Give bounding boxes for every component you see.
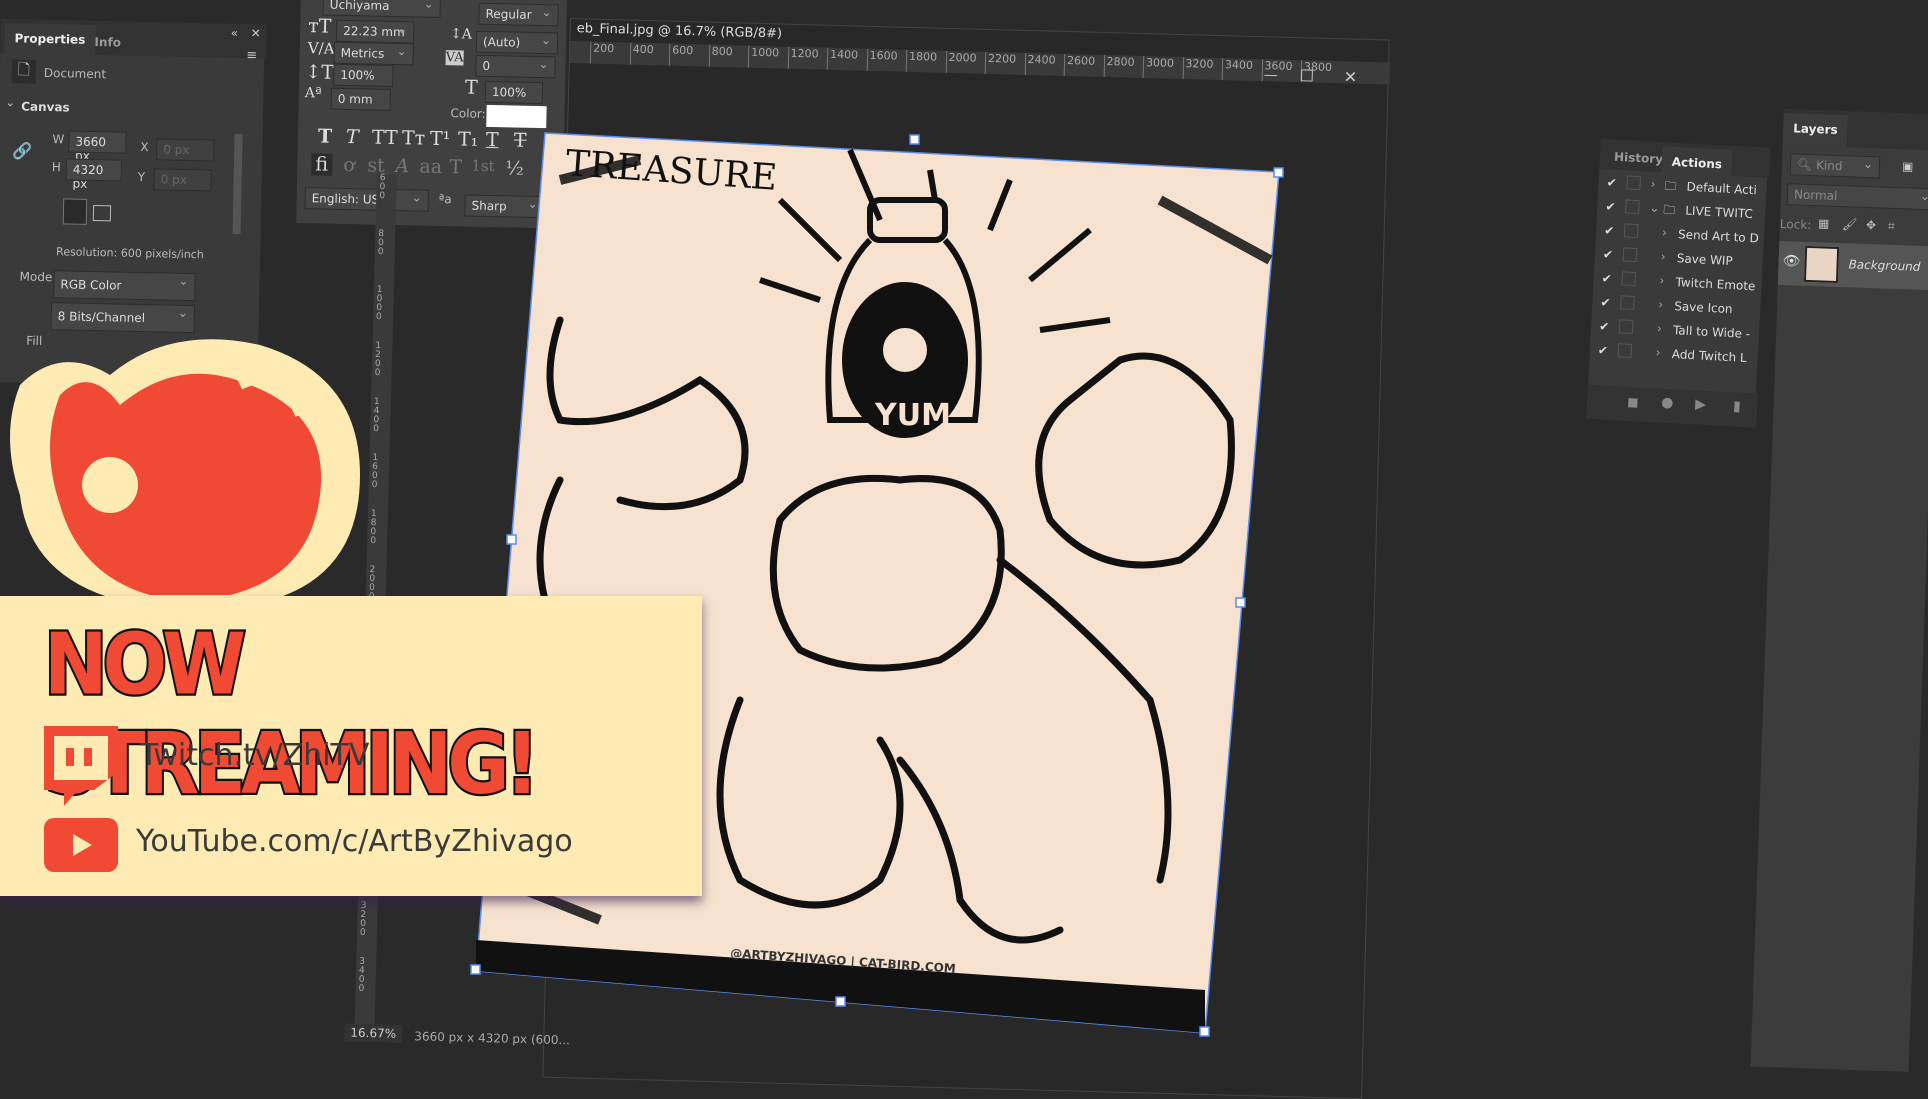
dialog-toggle[interactable] bbox=[1620, 295, 1635, 311]
lock-label: Lock: bbox=[1779, 216, 1812, 233]
actions-panel: History Actions ✔ › 🗀 Default Acti ✔ ⌄ 🗀 LIVE T… bbox=[1585, 138, 1771, 429]
action-label: Send Art to D bbox=[1677, 227, 1760, 246]
chevron-right-icon[interactable]: › bbox=[1662, 225, 1668, 239]
transform-handle bbox=[909, 134, 920, 145]
filter-kind: Kind bbox=[1815, 158, 1843, 174]
folder-icon: 🗀 bbox=[1662, 202, 1676, 218]
layer-thumbnail bbox=[1803, 245, 1840, 284]
streaming-banner: NOW STREAMING! Twitch.tv/ZhiTV YouTube.c… bbox=[0, 596, 702, 896]
chevron-right-icon[interactable]: › bbox=[1650, 177, 1656, 191]
dialog-toggle[interactable] bbox=[1617, 343, 1633, 358]
chevron-right-icon[interactable]: › bbox=[1658, 297, 1664, 311]
dialog-toggle[interactable] bbox=[1623, 223, 1639, 239]
tab-layers[interactable]: Layers bbox=[1782, 113, 1849, 148]
layer-name[interactable]: Background bbox=[1848, 257, 1920, 273]
check-icon[interactable]: ✔ bbox=[1604, 223, 1615, 238]
eye-icon[interactable]: 👁︎ bbox=[1782, 253, 1800, 270]
lock-artboard-icon[interactable]: ⌗ bbox=[1888, 219, 1895, 234]
chevron-right-icon[interactable]: › bbox=[1657, 321, 1663, 335]
check-icon[interactable]: ✔ bbox=[1603, 247, 1614, 262]
headline: NOW STREAMING! bbox=[42, 612, 541, 816]
transform-handle bbox=[835, 996, 846, 1007]
chevron-right-icon[interactable]: › bbox=[1661, 249, 1667, 263]
action-label: Tall to Wide - bbox=[1672, 323, 1751, 342]
check-icon[interactable]: ✔ bbox=[1601, 271, 1612, 286]
transform-handle bbox=[1273, 167, 1284, 178]
chevron-right-icon[interactable]: › bbox=[1655, 345, 1661, 359]
twitch-icon bbox=[44, 726, 118, 806]
twitch-link[interactable]: Twitch.tv/ZhiTV bbox=[140, 738, 369, 773]
action-label: Add Twitch L bbox=[1671, 347, 1748, 365]
dialog-toggle[interactable] bbox=[1625, 199, 1640, 215]
action-label: Save WIP bbox=[1676, 251, 1734, 269]
layer-row[interactable]: 👁︎ Background bbox=[1777, 240, 1928, 291]
search-icon: 🔍︎ bbox=[1796, 157, 1813, 173]
check-icon[interactable]: ✔ bbox=[1606, 175, 1617, 190]
fox-logo bbox=[10, 339, 360, 605]
action-label: Twitch Emote bbox=[1675, 275, 1756, 294]
transform-handle bbox=[470, 964, 481, 975]
folder-icon: 🗀 bbox=[1664, 178, 1677, 194]
delete-button[interactable]: ▮ bbox=[1733, 398, 1742, 414]
blend-mode-select[interactable]: Normal bbox=[1786, 183, 1928, 211]
youtube-icon bbox=[44, 818, 118, 872]
action-label: LIVE TWITC bbox=[1684, 203, 1754, 222]
check-icon[interactable]: ✔ bbox=[1599, 319, 1610, 334]
lock-paint-icon[interactable]: 🖌︎ bbox=[1842, 217, 1858, 232]
lock-position-icon[interactable]: ✥ bbox=[1866, 218, 1877, 232]
image-filter-icon[interactable]: ▣ bbox=[1902, 159, 1914, 173]
action-label: Save Icon bbox=[1673, 299, 1733, 317]
check-icon[interactable]: ✔ bbox=[1605, 199, 1616, 214]
layer-filter-select[interactable]: 🔍︎ Kind bbox=[1789, 153, 1881, 179]
dialog-toggle[interactable] bbox=[1626, 175, 1642, 191]
chevron-down-icon[interactable]: ⌄ bbox=[1649, 201, 1660, 216]
check-icon[interactable]: ✔ bbox=[1600, 295, 1611, 310]
transform-handle bbox=[1199, 1026, 1210, 1037]
stop-button[interactable]: ■ bbox=[1627, 395, 1639, 410]
youtube-link[interactable]: YouTube.com/c/ArtByZhivago bbox=[136, 824, 573, 859]
check-icon[interactable]: ✔ bbox=[1598, 343, 1609, 358]
lock-transparency-icon[interactable]: ▦ bbox=[1818, 216, 1830, 230]
transform-handle bbox=[506, 534, 517, 545]
dialog-toggle[interactable] bbox=[1621, 271, 1637, 287]
record-button[interactable]: ● bbox=[1661, 395, 1674, 412]
chevron-right-icon[interactable]: › bbox=[1659, 273, 1665, 287]
transform-handle bbox=[1235, 597, 1246, 608]
dialog-toggle[interactable] bbox=[1622, 247, 1638, 263]
action-label: Default Acti bbox=[1686, 179, 1758, 198]
artwork-paper bbox=[475, 132, 1280, 1034]
bottle-label: YUM bbox=[874, 398, 951, 433]
logo-fox-eye bbox=[82, 457, 138, 513]
play-button[interactable]: ▶ bbox=[1695, 396, 1707, 413]
dialog-toggle[interactable] bbox=[1618, 319, 1634, 334]
